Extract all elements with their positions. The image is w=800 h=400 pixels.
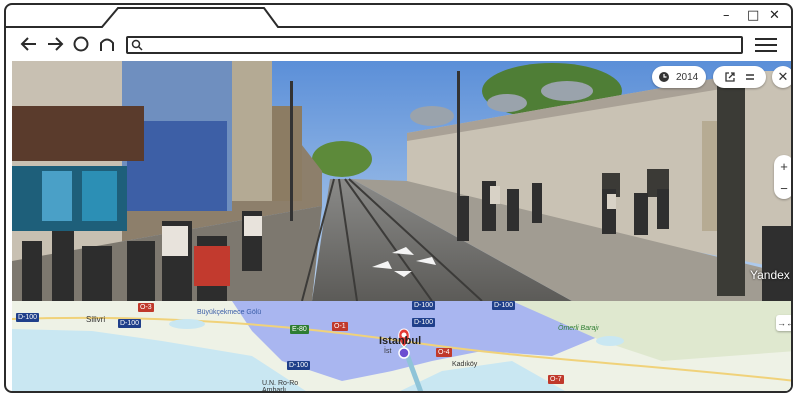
- road-sign: D-100: [412, 301, 436, 310]
- year-label: 2014: [676, 71, 699, 83]
- share-button[interactable]: [722, 69, 738, 85]
- road-sign: D-100: [492, 301, 516, 310]
- place-label: Büyükçekmece Gölü: [197, 309, 262, 316]
- panorama-actions: [713, 66, 766, 88]
- road-sign: O-1: [332, 322, 348, 331]
- arrow-left-icon: [20, 37, 36, 51]
- map-collapse-button[interactable]: →←: [776, 315, 791, 331]
- address-bar[interactable]: [126, 36, 743, 54]
- road-sign: O-7: [548, 375, 564, 384]
- mini-map[interactable]: D-100 D-100 O-3 E-80 D-100 O-1 D-100 O-4…: [12, 301, 791, 393]
- road-sign: E-80: [290, 325, 309, 334]
- home-button[interactable]: [96, 33, 118, 55]
- road-sign: D-100: [118, 319, 142, 328]
- year-selector[interactable]: 2014: [652, 66, 707, 88]
- road-sign: D-100: [287, 361, 311, 370]
- address-input[interactable]: [146, 38, 736, 52]
- panorama-close-button[interactable]: ✕: [772, 66, 791, 88]
- forward-button[interactable]: [44, 33, 66, 55]
- place-label: Kadıköy: [452, 361, 478, 368]
- city-sub-label: İst: [384, 348, 392, 355]
- reload-button[interactable]: [70, 33, 92, 55]
- minimize-button[interactable]: –: [723, 8, 730, 24]
- settings-button[interactable]: [742, 69, 758, 85]
- place-label: Ömerli Barajı: [558, 325, 599, 332]
- title-bar: – □ ✕: [6, 5, 791, 29]
- road-sign: D-100: [412, 318, 436, 327]
- road-sign: D-100: [16, 313, 40, 322]
- clock-icon: [659, 72, 669, 82]
- place-label: U.N. Ro-Ro Ambarlı Limanı: [262, 380, 299, 393]
- hamburger-line: [755, 50, 777, 52]
- search-icon: [131, 39, 143, 51]
- zoom-in-button[interactable]: +: [774, 155, 791, 177]
- collapse-arrows-icon: →←: [777, 318, 791, 328]
- maximize-button[interactable]: □: [747, 8, 759, 24]
- equals-menu-icon: [746, 74, 754, 80]
- arrow-right-icon: [48, 37, 64, 51]
- window-close-button[interactable]: ✕: [769, 8, 780, 24]
- panorama-image: [12, 61, 791, 301]
- road-sign: O-3: [138, 303, 154, 312]
- street-panorama[interactable]: 2014 ✕ + − Yandex: [12, 61, 791, 301]
- brand-logo: Yandex: [750, 268, 790, 282]
- zoom-control: + −: [774, 155, 791, 199]
- road-sign: O-4: [436, 348, 452, 357]
- menu-button[interactable]: [755, 35, 777, 55]
- home-icon: [100, 38, 114, 51]
- reload-circle-icon: [73, 36, 89, 52]
- back-button[interactable]: [18, 33, 40, 55]
- zoom-out-button[interactable]: −: [774, 177, 791, 199]
- city-label: Istanbul: [379, 335, 422, 347]
- tab-outline: [6, 7, 791, 28]
- share-external-icon: [725, 72, 735, 82]
- map-image: [12, 301, 791, 391]
- hamburger-line: [755, 44, 777, 46]
- close-icon: ✕: [777, 69, 789, 84]
- hamburger-line: [755, 38, 777, 40]
- browser-window: – □ ✕ 2014 ✕ + − Yandex D-100 D-100 O-3 …: [4, 3, 793, 393]
- browser-toolbar: [6, 29, 791, 61]
- place-label: Silivri: [86, 315, 106, 324]
